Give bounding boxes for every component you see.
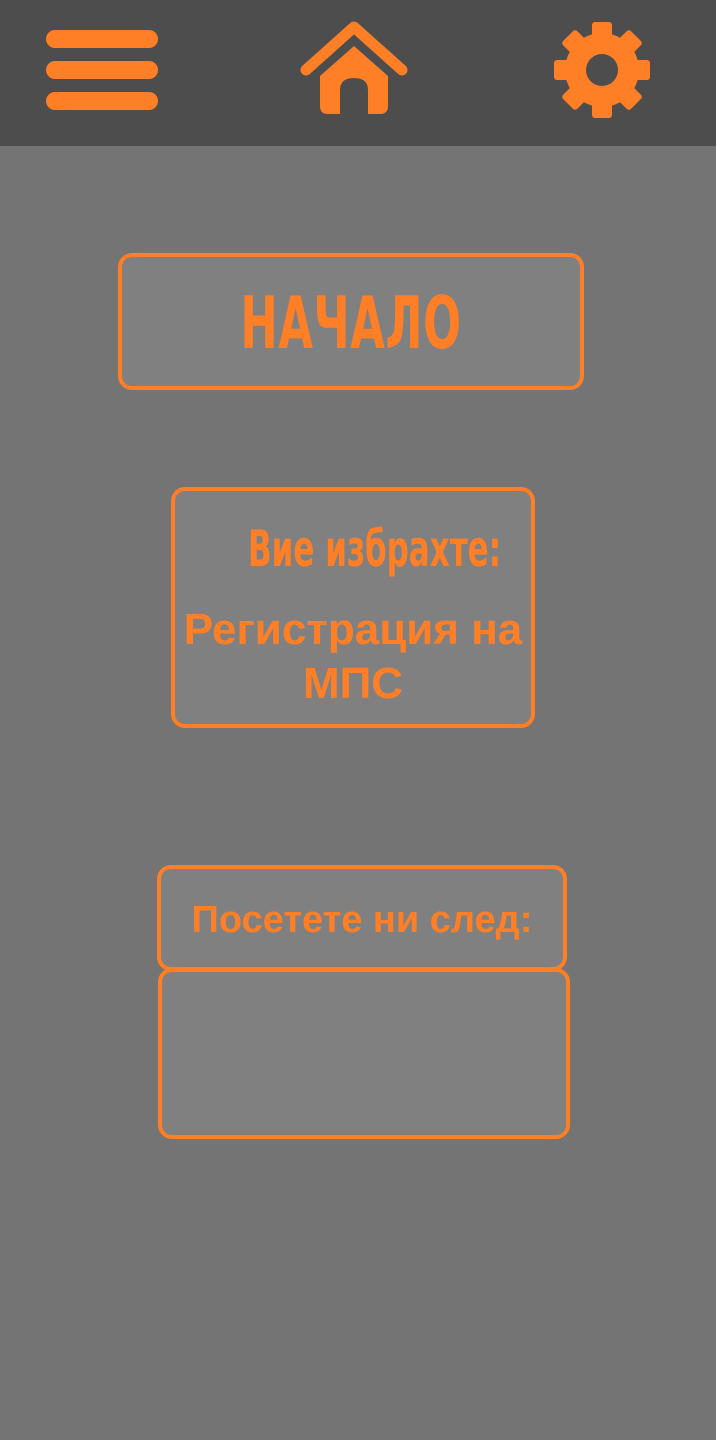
settings-button[interactable]: [548, 20, 656, 120]
visit-label: Посетете ни след:: [191, 899, 533, 941]
selection-heading: Вие избрахте:: [248, 520, 502, 578]
selected-service: Регистрация на МПС: [183, 605, 523, 708]
selection-card: Вие избрахте: Регистрация на МПС: [171, 487, 535, 728]
gear-icon: [554, 22, 650, 118]
hamburger-menu-icon: [46, 30, 158, 110]
home-button[interactable]: [300, 20, 408, 118]
menu-button[interactable]: [44, 26, 160, 114]
page-title-box: НАЧАЛО: [118, 253, 584, 390]
visit-label-box: Посетете ни след:: [157, 865, 567, 971]
visit-time-box: [158, 968, 570, 1139]
page-title: НАЧАЛО: [240, 281, 462, 365]
top-navigation-bar: [0, 0, 716, 146]
home-icon: [300, 21, 408, 114]
